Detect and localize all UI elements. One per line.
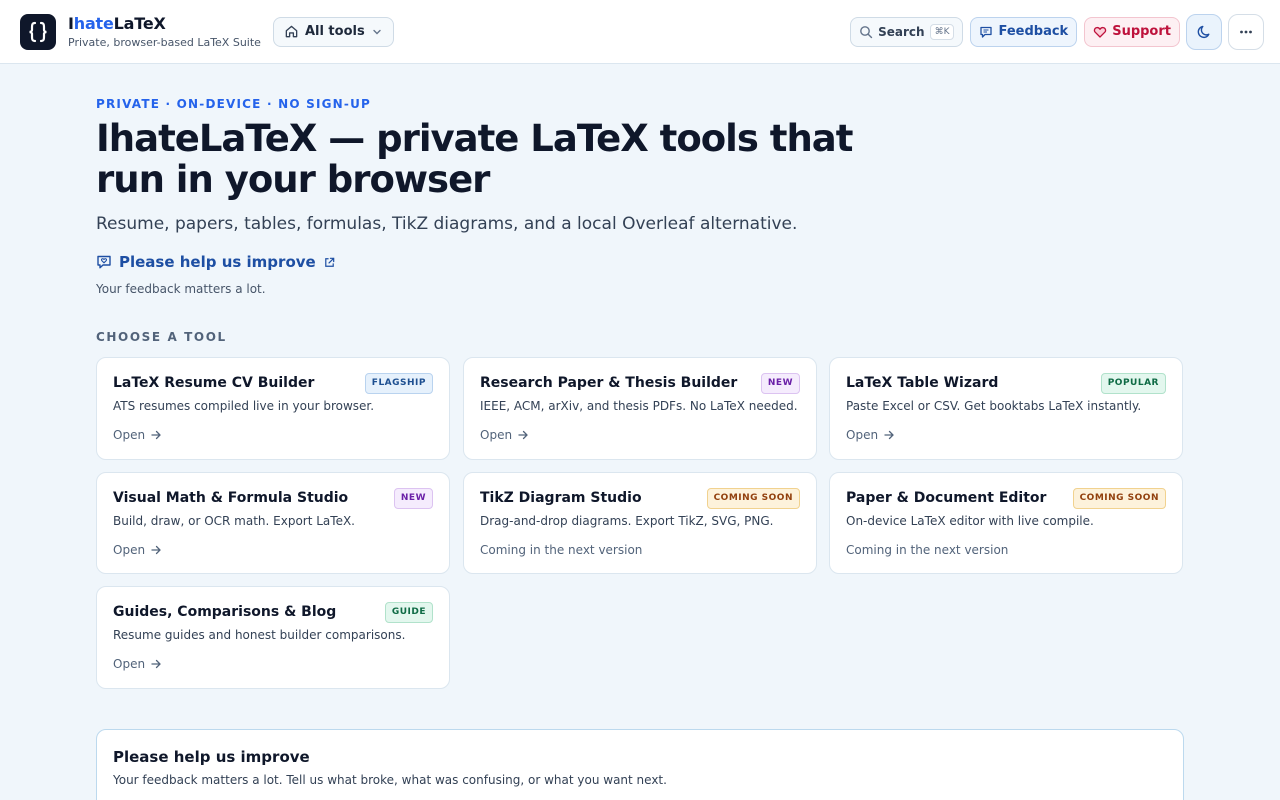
card-description: Resume guides and honest builder compari…: [113, 628, 406, 642]
card-footer-label: Open: [113, 657, 146, 671]
tool-card-document-editor[interactable]: Paper & Document Editor COMING SOON On-d…: [829, 472, 1183, 574]
tool-card-resume-builder[interactable]: LaTeX Resume CV Builder FLAGSHIP ATS res…: [96, 357, 450, 460]
improve-feedback-link[interactable]: Please help us improve: [96, 251, 336, 273]
card-description: Drag-and-drop diagrams. Export TikZ, SVG…: [480, 514, 774, 528]
top-navigation-bar: IhateLaTeX Private, browser-based LaTeX …: [0, 0, 1280, 64]
home-icon: [285, 25, 298, 38]
card-open-link[interactable]: Open: [113, 427, 433, 443]
tool-card-tikz-diagram-studio[interactable]: TikZ Diagram Studio COMING SOON Drag-and…: [463, 472, 817, 574]
support-label: Support: [1112, 24, 1171, 39]
hero-subtitle: Resume, papers, tables, formulas, TikZ d…: [96, 214, 798, 234]
coming-soon-badge: COMING SOON: [1072, 487, 1166, 509]
card-footer-label: Open: [113, 428, 146, 442]
card-footer-label: Open: [480, 428, 513, 442]
card-status-text: Coming in the next version: [480, 542, 800, 558]
card-open-link[interactable]: Open: [846, 427, 1166, 443]
card-title: Paper & Document Editor: [846, 490, 1047, 506]
card-title: LaTeX Resume CV Builder: [113, 375, 315, 391]
card-title: Guides, Comparisons & Blog: [113, 604, 337, 620]
card-description: ATS resumes compiled live in your browse…: [113, 399, 375, 413]
coming-soon-badge: COMING SOON: [706, 487, 800, 509]
choose-tool-heading: CHOOSE A TOOL: [96, 330, 227, 344]
search-button[interactable]: Search ⌘K: [850, 16, 964, 47]
feedback-label: Feedback: [998, 24, 1069, 39]
popular-badge: POPULAR: [1100, 372, 1166, 394]
search-shortcut-hint: ⌘K: [929, 23, 955, 40]
search-icon: [860, 25, 873, 38]
heart-icon: [1093, 26, 1107, 38]
support-button[interactable]: Support: [1084, 16, 1180, 47]
card-footer-label: Coming in the next version: [480, 543, 643, 557]
card-description: Paste Excel or CSV. Get booktabs LaTeX i…: [846, 399, 1142, 413]
improve-note: Your feedback matters a lot.: [96, 282, 266, 296]
more-horizontal-icon: [1240, 30, 1252, 33]
card-description: On-device LaTeX editor with live compile…: [846, 514, 1094, 528]
arrow-right-icon: [151, 545, 161, 555]
card-title: Visual Math & Formula Studio: [113, 490, 349, 506]
tool-card-guides-blog[interactable]: Guides, Comparisons & Blog GUIDE Resume …: [96, 586, 450, 689]
all-tools-dropdown[interactable]: All tools: [272, 16, 394, 47]
arrow-right-icon: [518, 430, 528, 440]
card-footer-label: Open: [113, 543, 146, 557]
brand-tagline: Private, browser-based LaTeX Suite: [68, 35, 261, 49]
card-title: Research Paper & Thesis Builder: [480, 375, 738, 391]
card-description: Build, draw, or OCR math. Export LaTeX.: [113, 514, 355, 528]
external-link-icon: [324, 257, 334, 267]
feedback-panel: Please help us improve Your feedback mat…: [96, 729, 1184, 800]
card-footer-label: Open: [846, 428, 879, 442]
flagship-badge: FLAGSHIP: [364, 372, 433, 394]
message-square-heart-icon: [97, 255, 111, 269]
card-status-text: Coming in the next version: [846, 542, 1166, 558]
page-title: IhateLaTeX — private LaTeX tools that ru…: [96, 117, 853, 201]
card-open-link[interactable]: Open: [480, 427, 800, 443]
feedback-panel-title: Please help us improve: [113, 748, 310, 766]
theme-toggle-button[interactable]: [1186, 13, 1222, 50]
new-badge: NEW: [760, 372, 800, 394]
feedback-button[interactable]: Feedback: [970, 16, 1078, 47]
brand[interactable]: IhateLaTeX Private, browser-based LaTeX …: [68, 14, 261, 50]
moon-icon: [1197, 25, 1210, 38]
tool-card-table-wizard[interactable]: LaTeX Table Wizard POPULAR Paste Excel o…: [829, 357, 1183, 460]
tool-card-math-formula-studio[interactable]: Visual Math & Formula Studio NEW Build, …: [96, 472, 450, 574]
card-open-link[interactable]: Open: [113, 542, 433, 558]
feedback-panel-text: Your feedback matters a lot. Tell us wha…: [113, 773, 667, 787]
card-open-link[interactable]: Open: [113, 656, 433, 672]
card-description: IEEE, ACM, arXiv, and thesis PDFs. No La…: [480, 399, 798, 413]
card-title: TikZ Diagram Studio: [480, 490, 642, 506]
tool-card-research-paper-builder[interactable]: Research Paper & Thesis Builder NEW IEEE…: [463, 357, 817, 460]
all-tools-label: All tools: [304, 24, 365, 39]
search-label: Search: [878, 24, 925, 39]
arrow-right-icon: [884, 430, 894, 440]
arrow-right-icon: [151, 659, 161, 669]
card-title: LaTeX Table Wizard: [846, 375, 999, 391]
logo-braces-icon[interactable]: [20, 13, 56, 50]
brand-highlight: hate: [73, 13, 114, 33]
brand-suffix: LaTeX: [113, 13, 166, 33]
more-menu-button[interactable]: [1228, 13, 1264, 50]
new-badge: NEW: [393, 487, 433, 509]
arrow-right-icon: [151, 430, 161, 440]
hero-eyebrow: PRIVATE · ON-DEVICE · NO SIGN-UP: [96, 97, 372, 111]
chevron-down-icon: [373, 29, 381, 34]
message-square-icon: [980, 26, 993, 38]
brand-name: IhateLaTeX: [68, 14, 261, 34]
card-footer-label: Coming in the next version: [846, 543, 1009, 557]
guide-badge: GUIDE: [384, 601, 433, 623]
improve-link-label: Please help us improve: [119, 253, 316, 271]
